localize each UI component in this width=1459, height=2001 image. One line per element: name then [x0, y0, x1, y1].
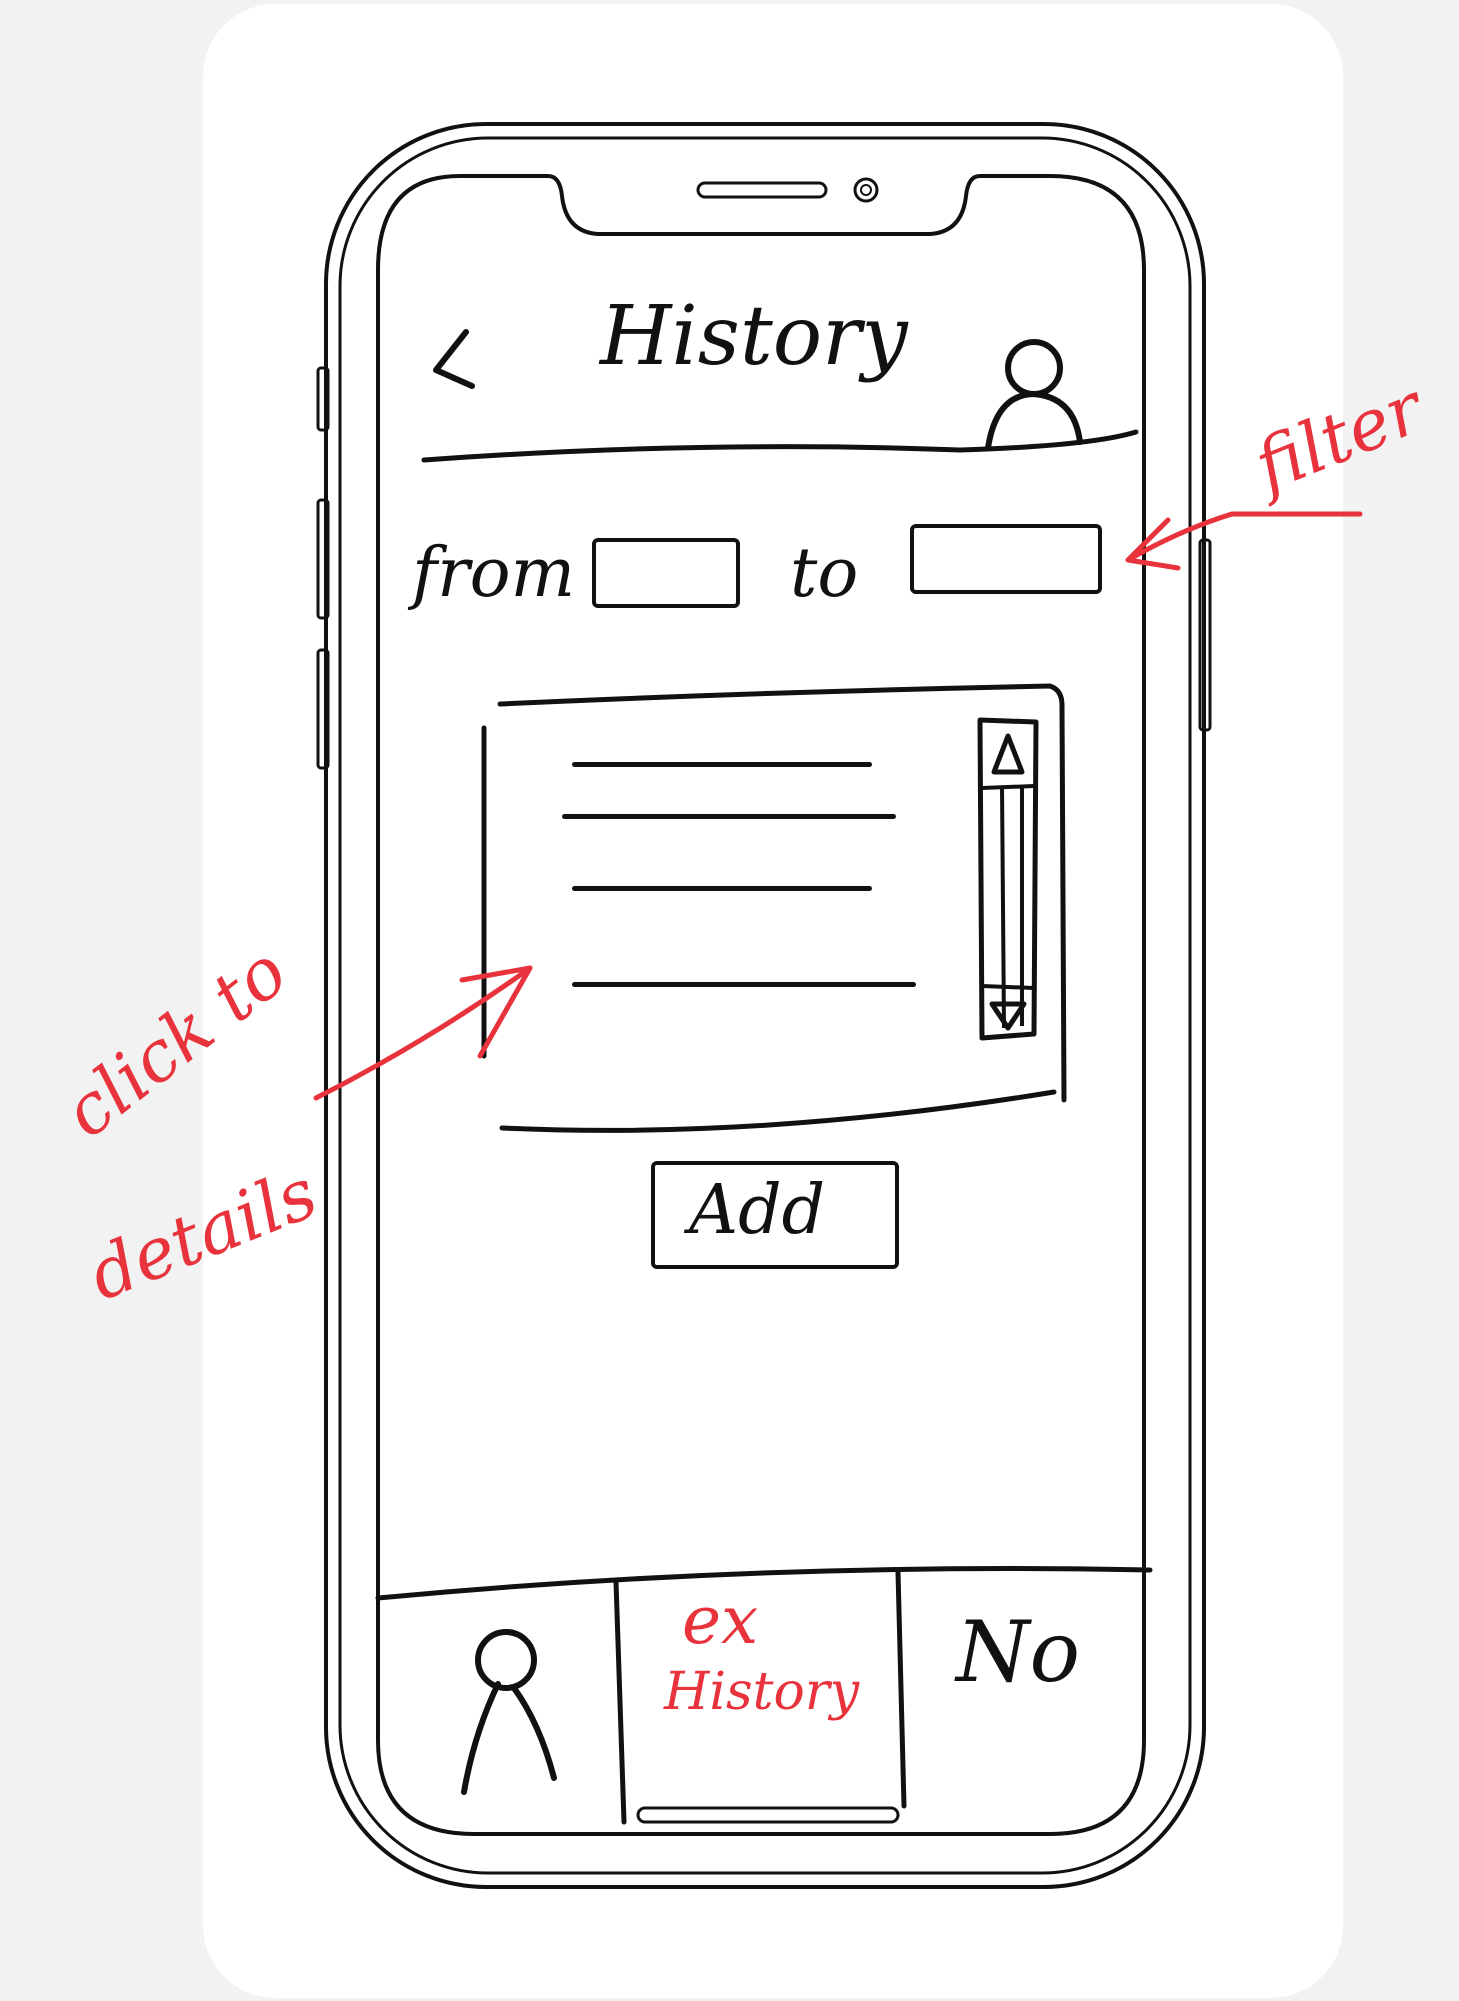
- profile-button[interactable]: [982, 330, 1088, 452]
- from-date-input[interactable]: [592, 538, 740, 608]
- tab-no-label: No: [956, 1603, 1081, 1701]
- to-label: to: [790, 534, 859, 613]
- tab-history-note: ex: [682, 1582, 759, 1659]
- tab-profile[interactable]: [380, 1580, 616, 1830]
- triangle-down-icon[interactable]: [988, 998, 1028, 1034]
- back-button[interactable]: [424, 318, 484, 398]
- add-button-label: Add: [689, 1171, 826, 1250]
- tab-history[interactable]: ex History: [622, 1580, 900, 1830]
- list-item[interactable]: [572, 886, 872, 891]
- triangle-up-icon[interactable]: [988, 730, 1028, 778]
- to-date-input[interactable]: [910, 524, 1102, 594]
- tab-no[interactable]: No: [906, 1580, 1142, 1830]
- tab-history-label: History: [664, 1662, 860, 1722]
- chevron-left-icon: [433, 329, 475, 389]
- list-item[interactable]: [572, 762, 872, 767]
- list-item[interactable]: [572, 982, 916, 987]
- list-item[interactable]: [562, 814, 896, 819]
- add-button[interactable]: Add: [651, 1161, 899, 1269]
- person-icon: [461, 1629, 557, 1795]
- page-title: History: [600, 289, 908, 384]
- from-label: from: [412, 534, 576, 613]
- list-scrollbar[interactable]: [972, 716, 1044, 1042]
- person-icon: [985, 339, 1083, 451]
